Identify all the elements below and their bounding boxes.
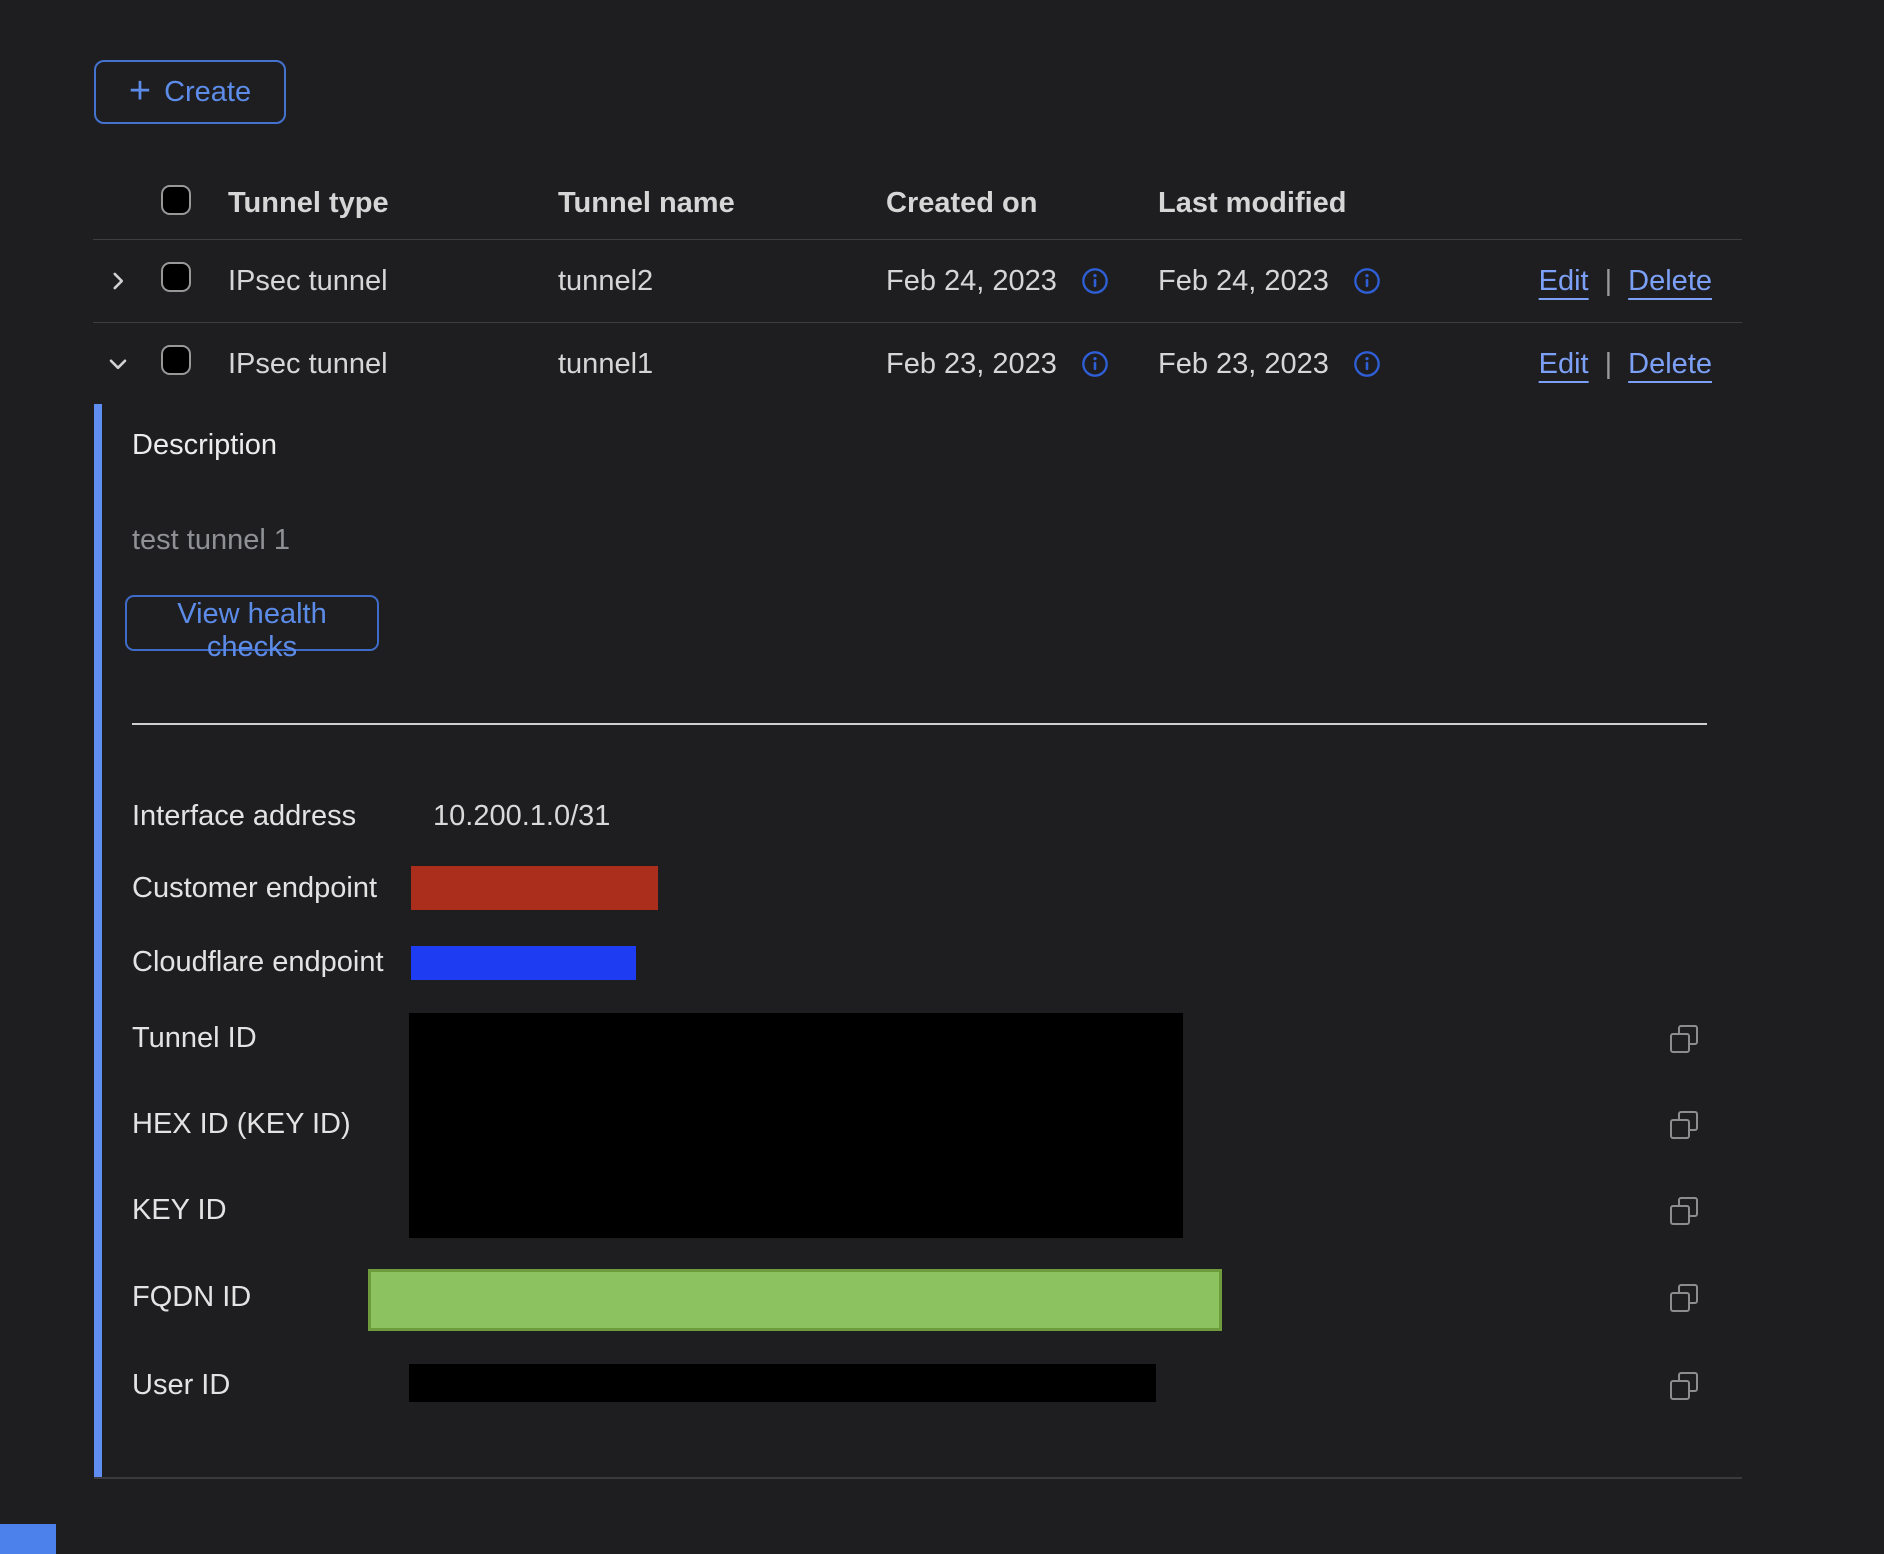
actions-separator: | bbox=[1605, 265, 1613, 298]
last-modified-date: Feb 23, 2023 bbox=[1158, 348, 1329, 381]
expand-row-toggle[interactable] bbox=[93, 268, 161, 294]
tunnel-name-cell: tunnel1 bbox=[558, 348, 886, 381]
column-header-tunnel-type: Tunnel type bbox=[228, 187, 558, 220]
tunnel-type-cell: IPsec tunnel bbox=[228, 265, 558, 298]
copy-user-id-button[interactable] bbox=[1670, 1372, 1698, 1400]
expanded-tunnel-details: Description test tunnel 1 View health ch… bbox=[94, 404, 1742, 1477]
info-icon[interactable] bbox=[1081, 267, 1109, 295]
created-on-date: Feb 23, 2023 bbox=[886, 348, 1057, 381]
last-modified-cell: Feb 24, 2023 bbox=[1158, 265, 1532, 298]
info-icon[interactable] bbox=[1353, 350, 1381, 378]
copy-icon bbox=[1670, 1197, 1698, 1225]
copy-icon bbox=[1670, 1284, 1698, 1312]
cloudflare-endpoint-redacted-value bbox=[411, 946, 636, 980]
row-select-cell bbox=[161, 345, 228, 383]
select-column-header bbox=[161, 185, 228, 223]
view-health-checks-button[interactable]: View health checks bbox=[125, 595, 379, 651]
column-header-last-modified: Last modified bbox=[1158, 187, 1532, 220]
create-button-label: Create bbox=[164, 76, 251, 109]
description-value: test tunnel 1 bbox=[132, 523, 290, 557]
chevron-down-icon bbox=[105, 351, 131, 377]
last-modified-date: Feb 24, 2023 bbox=[1158, 265, 1329, 298]
tunnel-id-label: Tunnel ID bbox=[132, 1021, 257, 1055]
table-header-row: Tunnel type Tunnel name Created on Last … bbox=[93, 168, 1742, 240]
row-checkbox[interactable] bbox=[161, 345, 191, 375]
section-divider bbox=[132, 723, 1707, 725]
customer-endpoint-redacted-value bbox=[411, 866, 658, 910]
copy-fqdn-id-button[interactable] bbox=[1670, 1284, 1698, 1312]
actions-separator: | bbox=[1605, 348, 1613, 381]
user-id-redacted-value bbox=[409, 1364, 1156, 1402]
fqdn-id-label: FQDN ID bbox=[132, 1280, 251, 1314]
delete-link[interactable]: Delete bbox=[1628, 348, 1712, 381]
tunnel-type-cell: IPsec tunnel bbox=[228, 348, 558, 381]
cloudflare-endpoint-label: Cloudflare endpoint bbox=[132, 945, 384, 979]
table-row: IPsec tunnel tunnel2 Feb 24, 2023 Feb 24… bbox=[93, 240, 1742, 323]
row-actions: Edit | Delete bbox=[1532, 348, 1742, 381]
plus-icon: + bbox=[129, 72, 151, 110]
info-icon[interactable] bbox=[1081, 350, 1109, 378]
chevron-right-icon bbox=[105, 268, 131, 294]
fqdn-id-redacted-value bbox=[368, 1269, 1222, 1331]
created-on-cell: Feb 24, 2023 bbox=[886, 265, 1158, 298]
interface-address-value: 10.200.1.0/31 bbox=[433, 799, 610, 833]
copy-key-id-button[interactable] bbox=[1670, 1197, 1698, 1225]
copy-icon bbox=[1670, 1025, 1698, 1053]
copy-icon bbox=[1670, 1372, 1698, 1400]
create-button[interactable]: + Create bbox=[94, 60, 286, 124]
copy-icon bbox=[1670, 1111, 1698, 1139]
column-header-created-on: Created on bbox=[886, 187, 1158, 220]
ids-redacted-value bbox=[409, 1013, 1183, 1238]
hex-id-label: HEX ID (KEY ID) bbox=[132, 1107, 351, 1141]
column-header-tunnel-name: Tunnel name bbox=[558, 187, 886, 220]
customer-endpoint-label: Customer endpoint bbox=[132, 871, 377, 905]
delete-link[interactable]: Delete bbox=[1628, 265, 1712, 298]
partial-blue-element bbox=[0, 1524, 56, 1554]
created-on-date: Feb 24, 2023 bbox=[886, 265, 1057, 298]
tunnel-name-cell: tunnel2 bbox=[558, 265, 886, 298]
row-actions: Edit | Delete bbox=[1532, 265, 1742, 298]
info-icon[interactable] bbox=[1353, 267, 1381, 295]
tunnels-table: Tunnel type Tunnel name Created on Last … bbox=[93, 168, 1742, 405]
copy-hex-id-button[interactable] bbox=[1670, 1111, 1698, 1139]
interface-address-label: Interface address bbox=[132, 799, 356, 833]
copy-tunnel-id-button[interactable] bbox=[1670, 1025, 1698, 1053]
edit-link[interactable]: Edit bbox=[1539, 265, 1589, 298]
user-id-label: User ID bbox=[132, 1368, 230, 1402]
last-modified-cell: Feb 23, 2023 bbox=[1158, 348, 1532, 381]
row-checkbox[interactable] bbox=[161, 262, 191, 292]
table-row: IPsec tunnel tunnel1 Feb 23, 2023 Feb 23… bbox=[93, 323, 1742, 405]
row-select-cell bbox=[161, 262, 228, 300]
key-id-label: KEY ID bbox=[132, 1193, 227, 1227]
select-all-checkbox[interactable] bbox=[161, 185, 191, 215]
table-bottom-divider bbox=[94, 1477, 1742, 1479]
collapse-row-toggle[interactable] bbox=[93, 351, 161, 377]
created-on-cell: Feb 23, 2023 bbox=[886, 348, 1158, 381]
description-label: Description bbox=[132, 428, 277, 462]
edit-link[interactable]: Edit bbox=[1539, 348, 1589, 381]
